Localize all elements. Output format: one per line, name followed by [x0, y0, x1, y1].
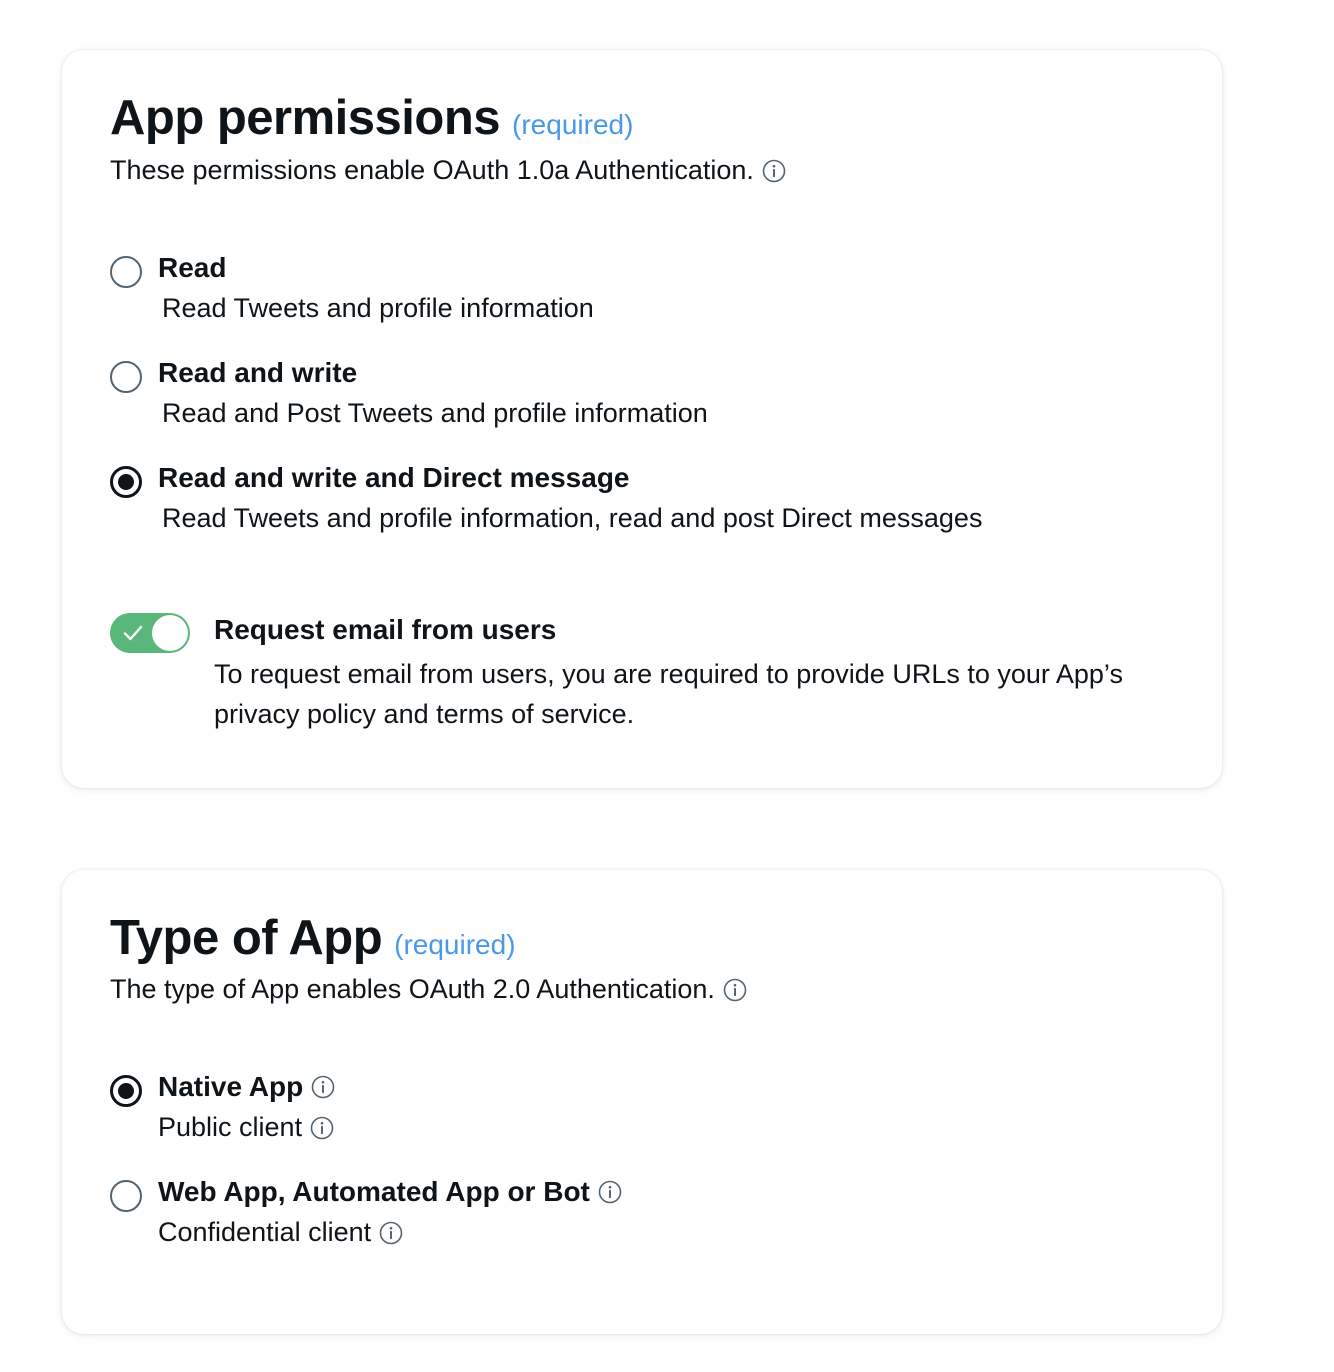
- toggle-knob: [152, 615, 188, 651]
- option-native-app-description: Public client: [158, 1112, 303, 1142]
- info-icon[interactable]: [310, 1116, 334, 1140]
- option-web-app-label[interactable]: Web App, Automated App or Bot: [158, 1176, 590, 1208]
- info-icon[interactable]: [723, 978, 747, 1002]
- option-read-write-description: Read and Post Tweets and profile informa…: [162, 398, 708, 428]
- option-read-write-dm-label[interactable]: Read and write and Direct message: [158, 462, 630, 494]
- permissions-required-label: (required): [512, 109, 634, 140]
- app-type-subtitle: The type of App enables OAuth 2.0 Authen…: [110, 974, 715, 1004]
- option-native-app-label[interactable]: Native App: [158, 1071, 303, 1103]
- app-type-subtitle-row: The type of App enables OAuth 2.0 Authen…: [110, 974, 747, 1005]
- option-read-label[interactable]: Read: [158, 252, 226, 284]
- option-read-write-dm-description: Read Tweets and profile information, rea…: [162, 503, 983, 533]
- permissions-subtitle-row: These permissions enable OAuth 1.0a Auth…: [110, 155, 786, 186]
- option-native-app-row[interactable]: Native App: [158, 1071, 335, 1103]
- option-web-app-description-row: Confidential client: [158, 1217, 403, 1248]
- app-permissions-card: App permissions (required) These permiss…: [62, 50, 1222, 788]
- request-email-label[interactable]: Request email from users: [214, 614, 556, 646]
- permissions-subtitle: These permissions enable OAuth 1.0a Auth…: [110, 155, 754, 185]
- option-read-description: Read Tweets and profile information: [162, 293, 594, 323]
- checkmark-icon: [122, 622, 144, 644]
- permissions-header: App permissions (required): [110, 90, 633, 146]
- option-native-app-description-row: Public client: [158, 1112, 334, 1143]
- radio-read[interactable]: [110, 256, 142, 288]
- info-icon[interactable]: [379, 1221, 403, 1245]
- radio-read-write[interactable]: [110, 361, 142, 393]
- radio-web-app[interactable]: [110, 1180, 142, 1212]
- info-icon[interactable]: [311, 1075, 335, 1099]
- type-of-app-card: Type of App (required) The type of App e…: [62, 870, 1222, 1334]
- app-type-required-label: (required): [394, 929, 516, 960]
- request-email-description: To request email from users, you are req…: [214, 659, 1123, 729]
- radio-native-app[interactable]: [110, 1075, 142, 1107]
- radio-read-write-dm[interactable]: [110, 466, 142, 498]
- app-type-title: Type of App: [110, 911, 383, 965]
- app-type-header: Type of App (required): [110, 910, 516, 966]
- permissions-title: App permissions: [110, 91, 501, 145]
- info-icon[interactable]: [598, 1180, 622, 1204]
- request-email-toggle[interactable]: [110, 613, 190, 653]
- info-icon[interactable]: [762, 159, 786, 183]
- option-web-app-row[interactable]: Web App, Automated App or Bot: [158, 1176, 622, 1208]
- option-read-write-label[interactable]: Read and write: [158, 357, 357, 389]
- option-web-app-description: Confidential client: [158, 1217, 372, 1247]
